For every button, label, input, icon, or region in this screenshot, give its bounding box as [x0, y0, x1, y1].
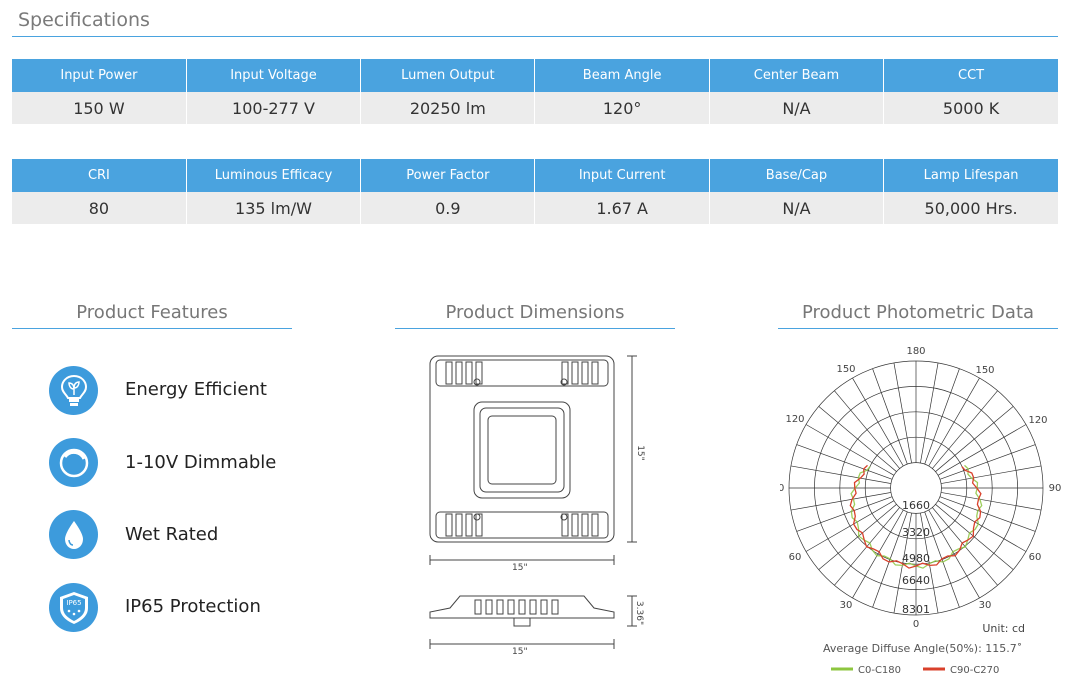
spec-table-1-value-row: 150 W 100-277 V 20250 lm 120° N/A 5000 K	[12, 92, 1058, 124]
spec-table-1-header-row: Input Power Input Voltage Lumen Output B…	[12, 59, 1058, 92]
polar-grid-spoke	[937, 424, 1027, 476]
value-cri: 80	[12, 192, 187, 224]
header-luminous-efficacy: Luminous Efficacy	[186, 159, 362, 192]
photometric-heading: Product Photometric Data	[801, 302, 1035, 323]
value-luminous-efficacy: 135 lm/W	[186, 192, 362, 224]
header-center-beam: Center Beam	[709, 59, 885, 92]
radial-label-8301: 8301	[902, 603, 930, 616]
ip65-shield-icon: IP65	[49, 583, 98, 632]
spec-table-1: Input Power Input Voltage Lumen Output B…	[12, 59, 1058, 124]
header-lumen-output: Lumen Output	[360, 59, 536, 92]
feature-label-energy-efficient: Energy Efficient	[125, 379, 267, 400]
angle-label-60-right: 60	[1029, 552, 1042, 563]
value-power-factor: 0.9	[360, 192, 536, 224]
features-heading: Product Features	[76, 302, 228, 323]
polar-grid-spoke	[852, 509, 904, 599]
polar-grid-spoke	[935, 406, 1014, 472]
angle-label-180: 180	[906, 346, 925, 357]
polar-grid-spoke	[940, 465, 1042, 484]
polar-grid-spoke	[939, 496, 1036, 532]
radial-label-4980: 4980	[902, 552, 930, 565]
unit-label: Unit: cd	[982, 622, 1025, 635]
angle-label-120-right: 120	[1028, 415, 1047, 426]
polar-grid-spoke	[796, 444, 893, 480]
header-cri: CRI	[12, 159, 187, 192]
dimensions-heading: Product Dimensions	[445, 302, 625, 323]
radial-label-1660: 1660	[902, 499, 930, 512]
angle-label-120-left: 120	[785, 414, 804, 425]
spec-table-2-value-row: 80 135 lm/W 0.9 1.67 A N/A 50,000 Hrs.	[12, 192, 1058, 224]
angle-label-0: 0	[913, 619, 919, 630]
spec-table-2-header-row: CRI Luminous Efficacy Power Factor Input…	[12, 159, 1058, 192]
side-view-height-label: 3.36"	[634, 600, 645, 626]
polar-grid-spoke	[928, 509, 980, 599]
value-lumen-output: 20250 lm	[360, 92, 536, 124]
feature-label-wet-rated: Wet Rated	[125, 524, 219, 545]
angle-label-90-left: 90	[780, 483, 784, 494]
angle-label-30-left: 30	[840, 600, 853, 611]
polar-grid-spoke	[937, 500, 1027, 552]
polar-grid-spoke	[790, 492, 892, 511]
angle-label-60-left: 60	[789, 552, 802, 563]
header-cct: CCT	[883, 59, 1058, 92]
top-view-width-label: 15"	[512, 563, 528, 573]
radial-label-6640: 6640	[902, 574, 930, 587]
polar-grid-spoke	[924, 368, 960, 465]
header-input-current: Input Current	[534, 159, 710, 192]
value-center-beam: N/A	[709, 92, 885, 124]
value-input-power: 150 W	[12, 92, 187, 124]
angle-label-150-left: 150	[836, 364, 855, 375]
polar-grid-spoke	[790, 465, 892, 484]
side-view-width-label: 15"	[512, 647, 528, 657]
water-drop-icon	[49, 510, 98, 559]
dimensions-divider	[395, 328, 675, 329]
header-power-factor: Power Factor	[360, 159, 536, 192]
dimmer-icon	[49, 438, 98, 487]
value-beam-angle: 120°	[534, 92, 710, 124]
polar-grid-spoke	[834, 390, 900, 469]
polar-grid-spoke	[818, 406, 897, 472]
photometric-divider	[778, 328, 1058, 329]
polar-grid-spoke	[940, 492, 1042, 511]
polar-chart: 180 150 150 120 120 90 90 60 60 30 30 0 …	[780, 346, 1062, 676]
radial-label-3320: 3320	[902, 526, 930, 539]
top-view-height-label: 15"	[634, 445, 645, 461]
polar-grid-spoke	[928, 377, 980, 467]
polar-grid-spoke	[872, 368, 908, 465]
polar-grid-spoke	[893, 362, 912, 464]
header-beam-angle: Beam Angle	[534, 59, 710, 92]
features-divider	[12, 328, 292, 329]
polar-grid-spoke	[932, 390, 998, 469]
feature-label-ip65: IP65 Protection	[125, 596, 261, 617]
title-divider	[12, 36, 1058, 37]
polar-grid-spoke	[805, 424, 895, 476]
value-input-current: 1.67 A	[534, 192, 710, 224]
legend-label-c90-c270: C90-C270	[950, 665, 999, 676]
bulb-leaf-icon	[49, 366, 98, 415]
angle-label-90-right: 90	[1049, 483, 1062, 494]
polar-grid-spoke	[796, 496, 893, 532]
header-base-cap: Base/Cap	[709, 159, 885, 192]
average-diffuse-angle: Average Diffuse Angle(50%): 115.7˚	[823, 642, 1022, 655]
spec-table-2: CRI Luminous Efficacy Power Factor Input…	[12, 159, 1058, 224]
angle-label-30-right: 30	[979, 600, 992, 611]
ip65-badge-text: IP65	[66, 599, 81, 607]
value-lamp-lifespan: 50,000 Hrs.	[883, 192, 1058, 224]
header-input-power: Input Power	[12, 59, 187, 92]
header-lamp-lifespan: Lamp Lifespan	[883, 159, 1058, 192]
side-view-outline	[429, 595, 615, 619]
polar-grid-spoke	[920, 362, 939, 464]
polar-grid-spoke	[805, 500, 895, 552]
legend-label-c0-c180: C0-C180	[858, 665, 901, 676]
header-input-voltage: Input Voltage	[186, 59, 362, 92]
dimension-drawing	[429, 355, 637, 649]
feature-label-dimmable: 1-10V Dimmable	[125, 452, 277, 473]
specifications-title: Specifications	[18, 9, 150, 31]
value-cct: 5000 K	[883, 92, 1058, 124]
value-input-voltage: 100-277 V	[186, 92, 362, 124]
value-base-cap: N/A	[709, 192, 885, 224]
polar-grid-spoke	[852, 377, 904, 467]
angle-label-150-right: 150	[975, 365, 994, 376]
polar-grid-spoke	[939, 444, 1036, 480]
